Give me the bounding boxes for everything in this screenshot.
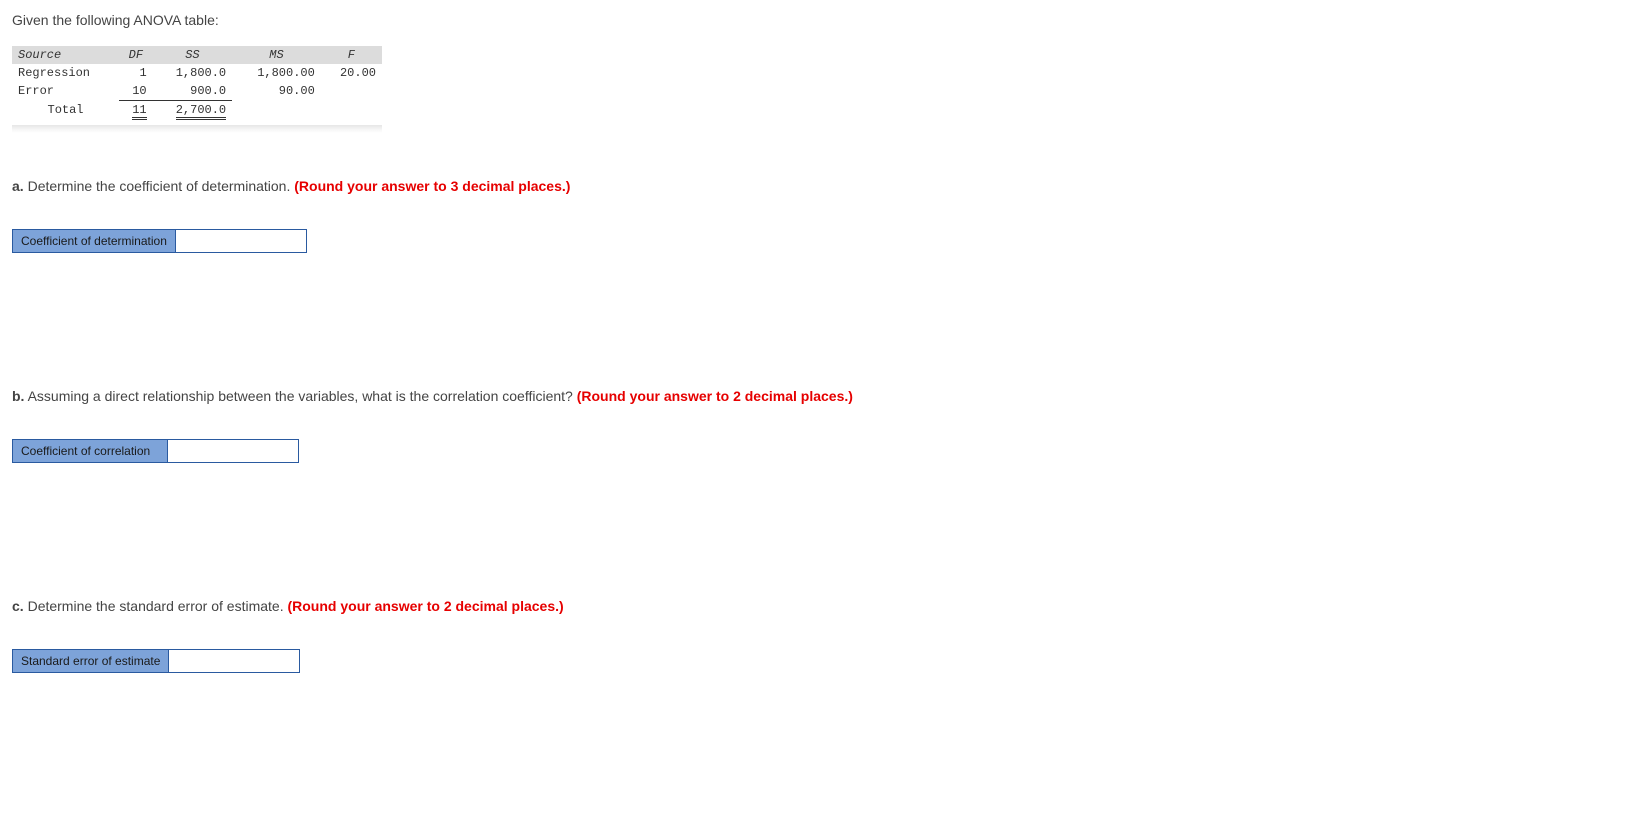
cell-df: 11 (119, 101, 153, 120)
anova-row-regression: Regression 1 1,800.0 1,800.00 20.00 (12, 64, 382, 82)
question-b-text: b. Assuming a direct relationship betwee… (12, 388, 1640, 404)
question-a-text: a. Determine the coefficient of determin… (12, 178, 1640, 194)
question-c-hint: (Round your answer to 2 decimal places.) (287, 598, 563, 614)
answer-row-a: Coefficient of determination (12, 229, 307, 253)
coefficient-correlation-input[interactable] (168, 440, 298, 462)
cell-ms: 90.00 (232, 82, 321, 101)
question-a: a. Determine the coefficient of determin… (12, 178, 1640, 253)
cell-ms: 1,800.00 (232, 64, 321, 82)
question-b: b. Assuming a direct relationship betwee… (12, 388, 1640, 463)
total-ss-value: 2,700.0 (176, 103, 226, 120)
cell-f (321, 101, 382, 120)
col-source: Source (12, 46, 119, 64)
cell-f: 20.00 (321, 64, 382, 82)
cell-df: 1 (119, 64, 153, 82)
question-c-text: c. Determine the standard error of estim… (12, 598, 1640, 614)
question-c-body: Determine the standard error of estimate… (24, 598, 288, 614)
answer-label-c: Standard error of estimate (13, 650, 169, 672)
cell-ss: 1,800.0 (153, 64, 233, 82)
question-c: c. Determine the standard error of estim… (12, 598, 1640, 673)
anova-row-total: Total 11 2,700.0 (12, 101, 382, 120)
answer-row-b: Coefficient of correlation (12, 439, 299, 463)
question-b-hint: (Round your answer to 2 decimal places.) (577, 388, 853, 404)
cell-ms (232, 101, 321, 120)
cell-source: Total (12, 101, 119, 120)
intro-text: Given the following ANOVA table: (12, 12, 1640, 28)
cell-source: Regression (12, 64, 119, 82)
col-ms: MS (232, 46, 321, 64)
anova-header-row: Source DF SS MS F (12, 46, 382, 64)
anova-table-container: Source DF SS MS F Regression 1 1,800.0 1… (12, 46, 382, 119)
cell-f (321, 82, 382, 101)
answer-row-c: Standard error of estimate (12, 649, 300, 673)
cell-ss: 900.0 (153, 82, 233, 101)
anova-row-error: Error 10 900.0 90.00 (12, 82, 382, 101)
cell-df: 10 (119, 82, 153, 101)
col-df: DF (119, 46, 153, 64)
question-a-body: Determine the coefficient of determinati… (24, 178, 295, 194)
table-shadow-divider (12, 125, 382, 133)
question-b-body: Assuming a direct relationship between t… (24, 388, 576, 404)
col-f: F (321, 46, 382, 64)
cell-source: Error (12, 82, 119, 101)
coefficient-determination-input[interactable] (176, 230, 306, 252)
question-b-prefix: b. (12, 388, 24, 404)
answer-label-b: Coefficient of correlation (13, 440, 168, 462)
total-df-value: 11 (132, 103, 146, 120)
question-a-hint: (Round your answer to 3 decimal places.) (294, 178, 570, 194)
standard-error-input[interactable] (169, 650, 299, 672)
col-ss: SS (153, 46, 233, 64)
anova-table: Source DF SS MS F Regression 1 1,800.0 1… (12, 46, 382, 119)
question-c-prefix: c. (12, 598, 24, 614)
cell-ss: 2,700.0 (153, 101, 233, 120)
answer-label-a: Coefficient of determination (13, 230, 176, 252)
question-a-prefix: a. (12, 178, 24, 194)
